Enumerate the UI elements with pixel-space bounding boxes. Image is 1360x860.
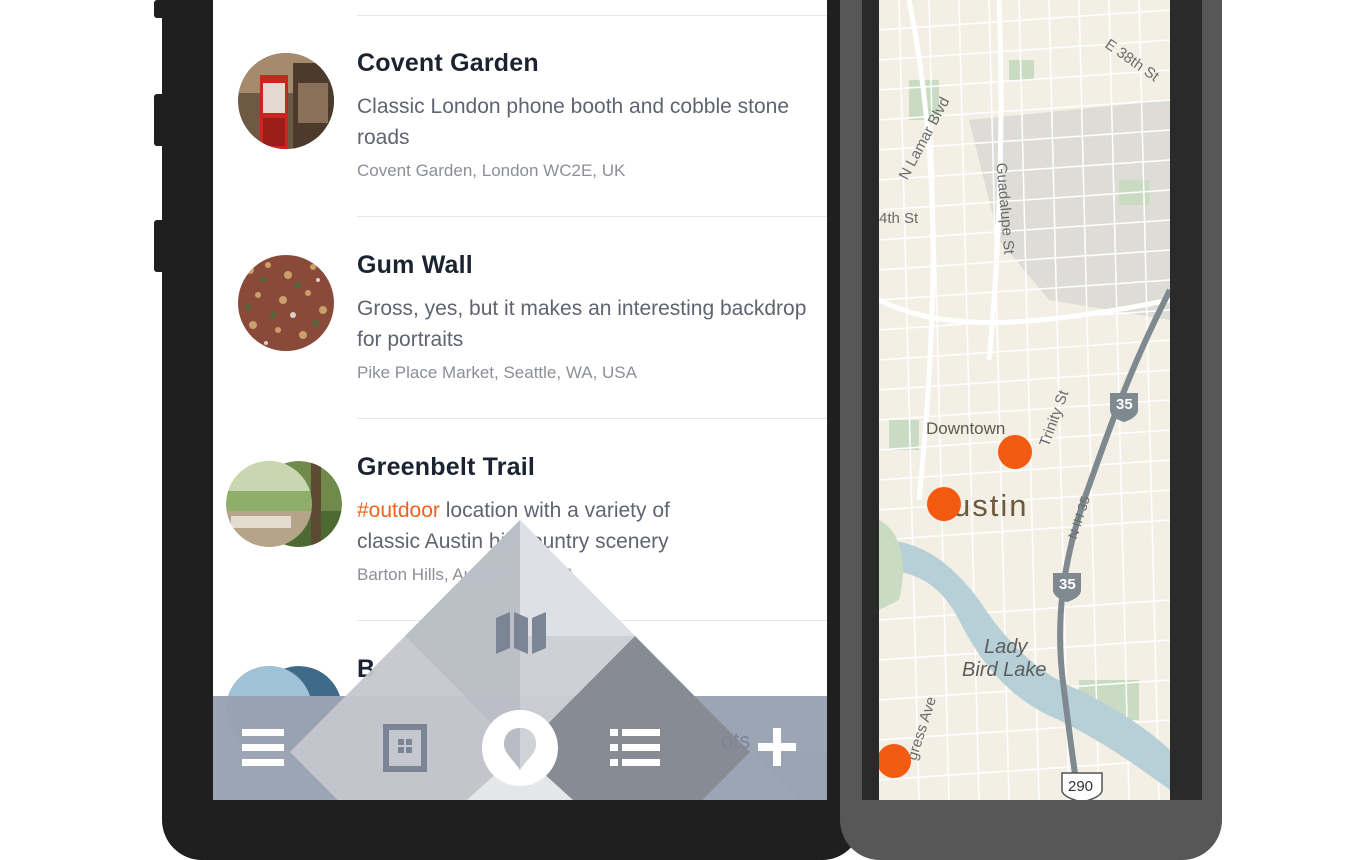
place-thumbnail [238, 255, 334, 351]
place-description: Gross, yes, but it makes an interesting … [357, 297, 807, 351]
map-label-lake: Lady [984, 636, 1028, 658]
highway-shield-35-bottom: 35 [1059, 576, 1076, 593]
map-label-4th: 4th St [879, 210, 919, 227]
place-title: Gum Wall [357, 251, 473, 279]
map-icon[interactable] [496, 612, 546, 658]
highway-shield-35-top: 35 [1116, 396, 1133, 413]
list-icon[interactable] [610, 729, 660, 771]
map-pin[interactable] [927, 487, 961, 521]
place-thumbnail [238, 53, 334, 149]
map-label-lake-2: Bird Lake [962, 659, 1047, 681]
place-title: Greenbelt Trail [357, 453, 536, 481]
map-view[interactable]: E 38th St N Lamar Blvd 4th St Guadalupe … [879, 0, 1170, 800]
list-item[interactable]: Greenbelt Trail #outdoor location with a… [213, 419, 827, 621]
plus-icon[interactable] [758, 728, 796, 770]
highway-shield-290: 290 [1068, 778, 1094, 795]
map-pin[interactable] [998, 435, 1032, 469]
places-list-screen: Covent Garden Classic London phone booth… [213, 0, 827, 800]
place-description: #outdoor location with a variety of class… [357, 499, 670, 553]
hashtag[interactable]: #outdoor [357, 499, 440, 522]
place-title: Covent Garden [357, 49, 539, 77]
place-title: B [357, 655, 376, 683]
map-label-downtown: Downtown [926, 419, 1006, 438]
list-item[interactable]: Gum Wall Gross, yes, but it makes an int… [213, 217, 827, 419]
map-label-austin: ustin [953, 488, 1029, 523]
place-location: Covent Garden, London WC2E, UK [357, 161, 626, 180]
hamburger-menu-icon[interactable] [242, 729, 284, 771]
place-description: Classic London phone booth and cobble st… [357, 95, 789, 149]
partial-label: ots [721, 728, 751, 753]
list-item[interactable]: Covent Garden Classic London phone booth… [213, 15, 827, 217]
place-location: Barton Hills, Austin, TX, USA [357, 565, 575, 584]
board-icon[interactable] [383, 724, 427, 776]
place-location: Pike Place Market, Seattle, WA, USA [357, 363, 637, 382]
place-thumbnail [226, 461, 342, 547]
location-pin-icon[interactable] [482, 710, 558, 790]
